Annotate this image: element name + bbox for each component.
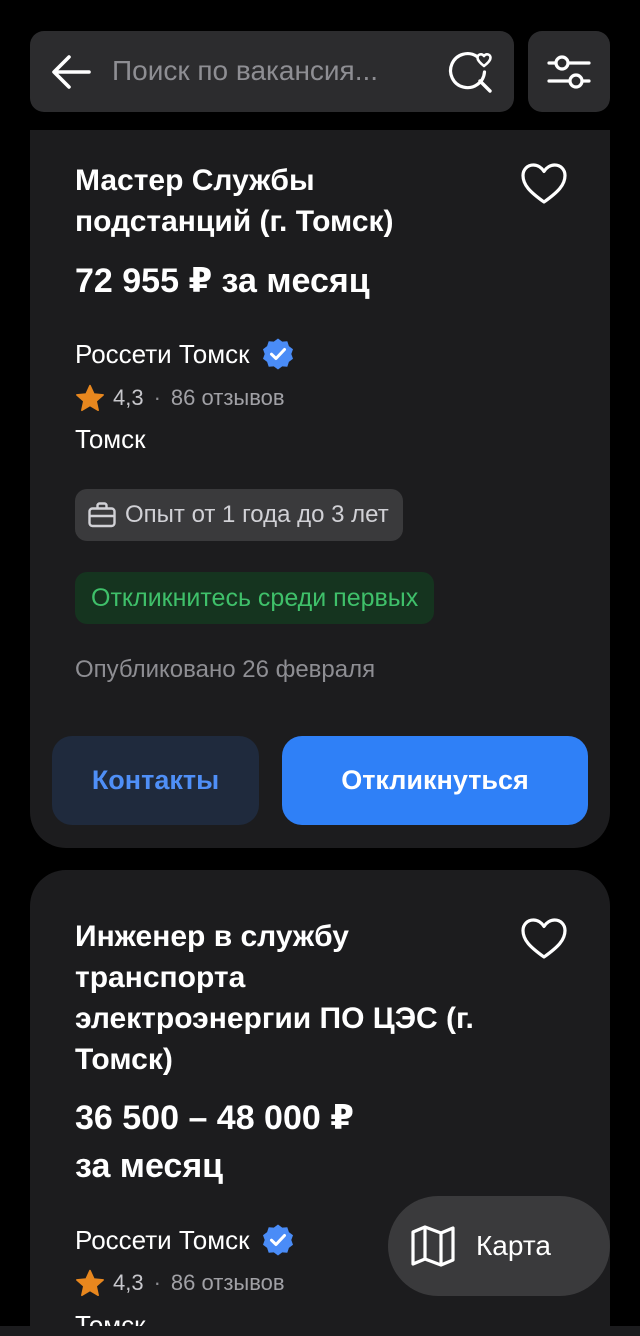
arrow-left-icon xyxy=(52,55,91,89)
company-row: Россети Томск xyxy=(75,336,295,372)
top-bar xyxy=(0,0,640,130)
search-heart-icon xyxy=(448,52,492,93)
search-box[interactable] xyxy=(30,31,514,112)
sliders-icon xyxy=(547,54,591,89)
experience-badge: Опыт от 1 года до 3 лет xyxy=(75,489,403,541)
respond-button[interactable]: Откликнуться xyxy=(282,736,588,825)
bottom-edge xyxy=(0,1326,640,1336)
vacancy-salary: 72 955 ₽ за месяц xyxy=(75,262,370,300)
experience-text: Опыт от 1 года до 3 лет xyxy=(125,501,389,528)
reviews-link[interactable]: 86 отзывов xyxy=(171,1270,285,1296)
favorite-button[interactable] xyxy=(518,915,570,963)
company-row: Россети Томск xyxy=(75,1222,295,1258)
rating-value: 4,3 xyxy=(113,1270,144,1295)
search-input[interactable] xyxy=(112,47,442,95)
verified-badge-icon xyxy=(263,338,294,370)
heart-outline-icon xyxy=(521,918,567,959)
separator-dot: · xyxy=(153,1270,161,1295)
favorite-button[interactable] xyxy=(518,160,570,208)
vacancy-card[interactable]: Мастер Службы подстанций (г. Томск) 72 9… xyxy=(30,90,610,848)
vacancy-city: Томск xyxy=(75,424,146,454)
back-button[interactable] xyxy=(48,49,94,95)
saved-search-button[interactable] xyxy=(446,47,496,97)
vacancy-title[interactable]: Мастер Службы подстанций (г. Томск) xyxy=(75,160,495,242)
briefcase-icon xyxy=(88,502,116,528)
filter-button[interactable] xyxy=(528,31,610,112)
rating-value: 4,3 xyxy=(113,385,144,410)
rating-row: 4,3 · 86 отзывов xyxy=(75,1266,285,1300)
company-name[interactable]: Россети Томск xyxy=(75,339,249,370)
salary-period: за месяц xyxy=(75,1147,224,1185)
vacancy-salary: 36 500 – 48 000 ₽ за месяц xyxy=(75,1094,535,1190)
rating-row: 4,3 · 86 отзывов xyxy=(75,381,285,415)
separator-dot: · xyxy=(153,385,161,410)
star-icon xyxy=(76,384,104,411)
map-icon xyxy=(411,1225,455,1267)
verified-badge-icon xyxy=(263,1224,294,1256)
contacts-button[interactable]: Контакты xyxy=(52,736,259,825)
map-button-label: Карта xyxy=(476,1230,551,1261)
salary-range: 36 500 – 48 000 ₽ xyxy=(75,1099,354,1137)
published-date: Опубликовано 26 февраля xyxy=(75,656,376,683)
vacancy-title[interactable]: Инженер в службу транспорта электроэнерг… xyxy=(75,916,475,1080)
star-icon xyxy=(76,1269,104,1296)
reviews-link[interactable]: 86 отзывов xyxy=(171,385,285,411)
vacancy-search-screen: Мастер Службы подстанций (г. Томск) 72 9… xyxy=(0,0,640,1336)
map-button[interactable]: Карта xyxy=(388,1196,610,1296)
heart-outline-icon xyxy=(521,163,567,204)
early-apply-badge: Откликнитесь среди первых xyxy=(75,572,435,624)
company-name[interactable]: Россети Томск xyxy=(75,1225,249,1256)
